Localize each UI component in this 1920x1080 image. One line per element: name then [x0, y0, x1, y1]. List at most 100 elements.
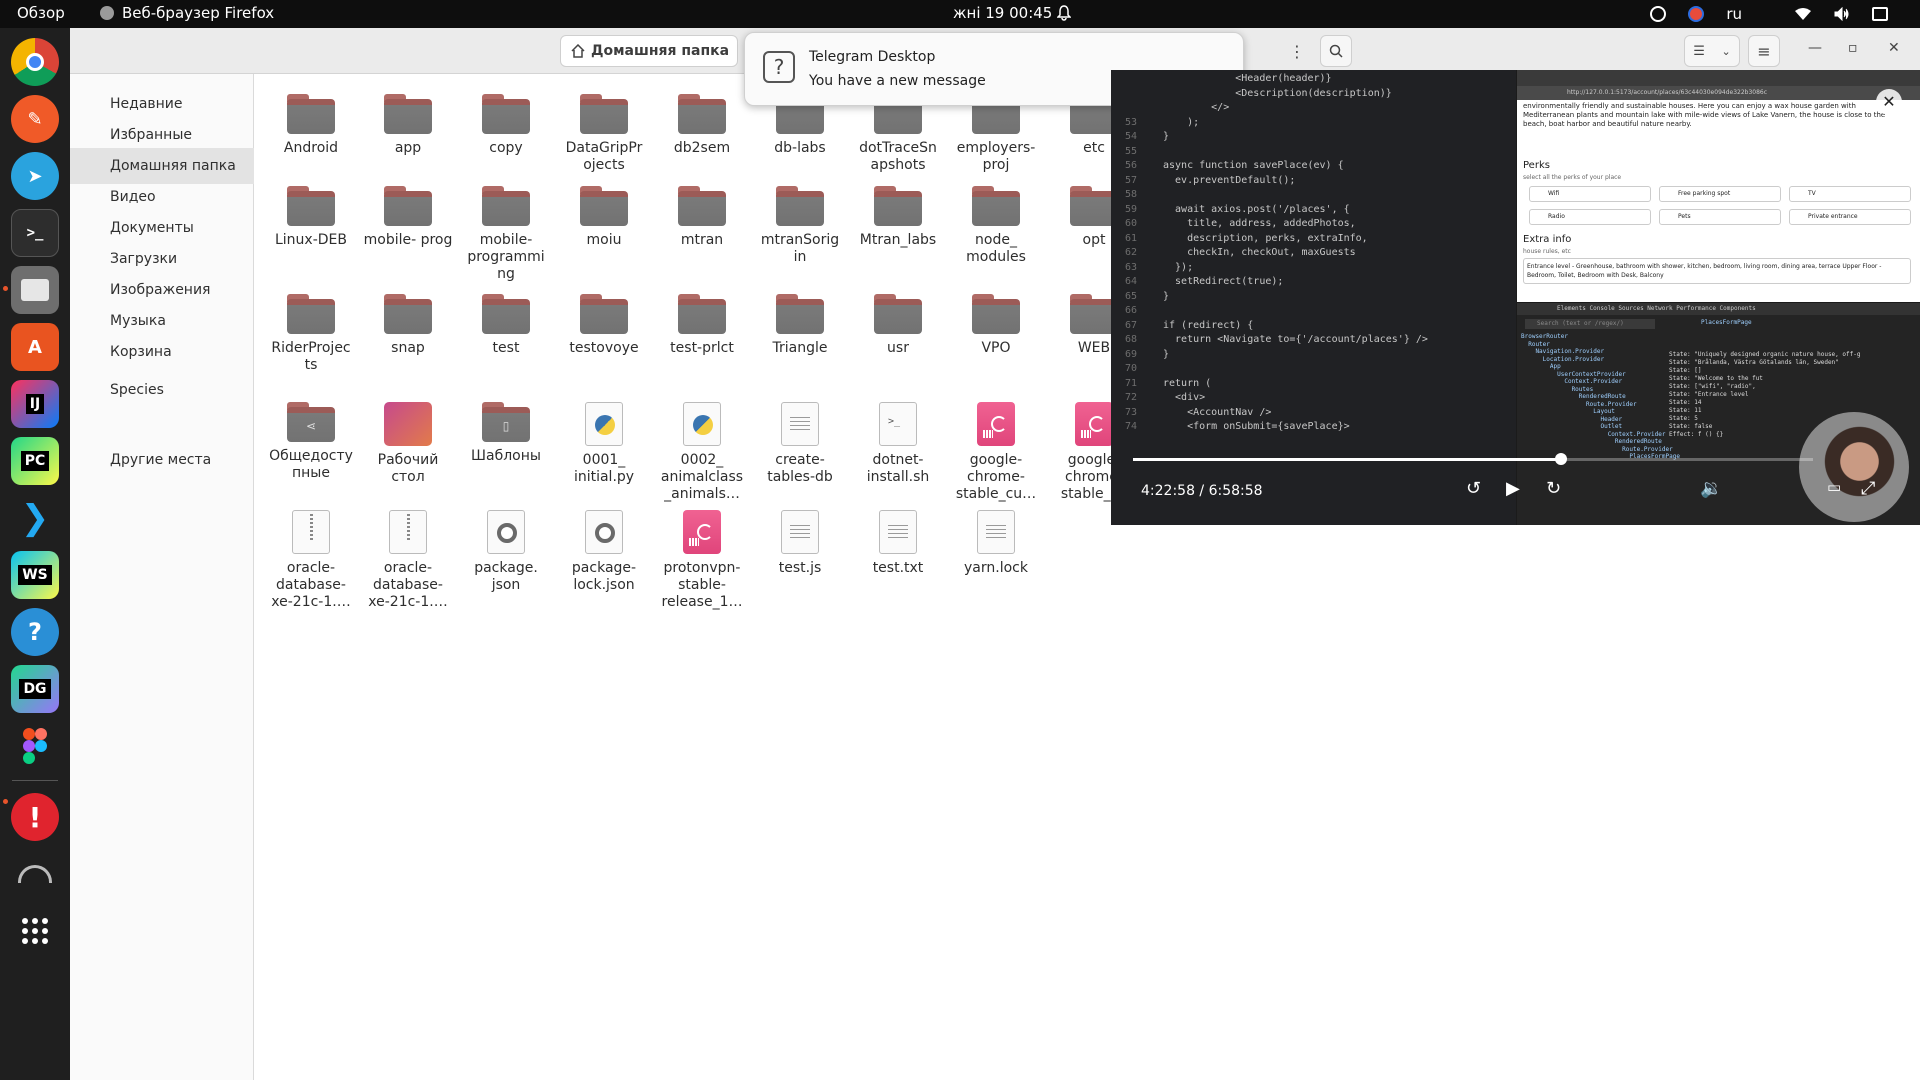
file-item[interactable]: test.js [754, 510, 846, 577]
video-pip[interactable]: <Header(header)} <Description(descriptio… [1111, 70, 1920, 525]
folder-item[interactable]: app [362, 94, 454, 157]
folder-item[interactable]: VPO [950, 294, 1042, 357]
folder-item[interactable]: copy [460, 94, 552, 157]
folder-item[interactable]: DataGripPr ojects [558, 94, 650, 174]
keyboard-layout[interactable]: ru [1726, 5, 1742, 23]
volume-icon[interactable] [1834, 7, 1850, 21]
sidebar-item[interactable]: Другие места [70, 442, 254, 478]
app-menu[interactable]: Веб-браузер Firefox [100, 4, 274, 22]
chrome-icon[interactable] [11, 38, 59, 86]
maximize-icon[interactable]: ▫ [1848, 40, 1858, 56]
folder-item[interactable]: test-prlct [656, 294, 748, 357]
file-item[interactable]: >_ dotnet- install.sh [852, 402, 944, 486]
folder-item[interactable]: test [460, 294, 552, 357]
pencil-app-icon[interactable]: ✎ [11, 95, 59, 143]
error-report-icon[interactable]: ! [11, 793, 59, 841]
file-item[interactable]: oracle- database- xe-21c-1.… [362, 510, 454, 611]
menu-icon[interactable]: ≡ [1748, 35, 1780, 67]
telegram-icon[interactable]: ➤ [11, 152, 59, 200]
file-item[interactable]: yarn.lock [950, 510, 1042, 577]
pycharm-icon[interactable]: PC [11, 437, 59, 485]
fullscreen-icon[interactable]: ⤢ [1861, 478, 1875, 499]
folder-item[interactable]: moiu [558, 186, 650, 249]
file-item[interactable]: create- tables-db [754, 402, 846, 486]
dock-separator [12, 780, 58, 781]
folder-icon [972, 186, 1020, 226]
folder-item[interactable]: Mtran_labs [852, 186, 944, 249]
file-item[interactable]: oracle- database- xe-21c-1.… [265, 510, 357, 611]
item-label: Mtran_labs [859, 232, 937, 248]
figma-icon[interactable] [11, 722, 59, 770]
file-item[interactable]: 0001_ initial.py [558, 402, 650, 486]
activities-button[interactable]: Обзор [17, 4, 65, 22]
folder-item[interactable]: usr [852, 294, 944, 357]
hook-state: State: [] [1669, 367, 1702, 374]
file-item[interactable]: test.txt [852, 510, 944, 577]
app-center-icon[interactable]: A [11, 323, 59, 371]
webstorm-icon[interactable]: WS [11, 551, 59, 599]
folder-item[interactable]: Android [265, 94, 357, 157]
code-line: setRedirect(true); [1163, 276, 1284, 287]
terminal-icon[interactable]: >_ [11, 209, 59, 257]
wifi-icon[interactable] [1794, 7, 1812, 21]
file-item[interactable]: google- chrome- stable_cu… [950, 402, 1042, 503]
item-label: 0002_ animalclass _animals… [660, 452, 744, 502]
file-item[interactable]: package- lock.json [558, 510, 650, 594]
folder-item[interactable]: db2sem [656, 94, 748, 157]
folder-item[interactable]: Triangle [754, 294, 846, 357]
files-icon[interactable] [11, 266, 59, 314]
file-item[interactable]: 0002_ animalclass _animals… [656, 402, 748, 503]
battery-icon[interactable] [1872, 7, 1888, 21]
arc-app-icon[interactable] [11, 850, 59, 898]
sidebar-item[interactable]: Species [70, 372, 254, 408]
folder-item[interactable]: snap [362, 294, 454, 357]
search-icon[interactable] [1320, 35, 1352, 67]
clock[interactable]: жні 19 00:45 [953, 4, 1052, 22]
code-line: <Description(description)} [1163, 87, 1392, 99]
chevron-down-icon[interactable]: ⌄ [1722, 45, 1731, 58]
rewind-icon[interactable]: ↺ [1466, 478, 1481, 499]
path-bar[interactable]: Домашняя папка [560, 35, 738, 67]
folder-item[interactable]: ⋖ Общедосту пные [265, 402, 357, 482]
folder-item[interactable]: employers- proj [950, 94, 1042, 174]
file-item[interactable]: protonvpn- stable- release_1… [656, 510, 748, 611]
close-icon[interactable]: ✕ [1888, 40, 1900, 56]
datagrip-icon[interactable]: DG [11, 665, 59, 713]
volume-icon[interactable]: 🔉 [1700, 478, 1722, 499]
more-menu-icon[interactable]: ⋮ [1284, 35, 1310, 67]
sidebar-item[interactable]: Корзина [70, 334, 254, 370]
folder-item[interactable]: mobile- programmi ng [460, 186, 552, 283]
code-line: </> [1163, 102, 1230, 113]
bell-icon[interactable] [1057, 5, 1071, 21]
file-item[interactable]: package. json [460, 510, 552, 594]
forward-icon[interactable]: ↻ [1546, 478, 1561, 499]
video-progress-bar[interactable] [1133, 453, 1813, 465]
tray-app-icon[interactable] [1650, 6, 1667, 22]
item-label: testovoye [569, 340, 639, 356]
folder-item[interactable]: dotTraceSn apshots [852, 94, 944, 174]
help-icon[interactable]: ? [11, 608, 59, 656]
code-line: <form onSubmit={savePlace}> [1163, 421, 1350, 432]
folder-item[interactable]: mtran [656, 186, 748, 249]
minimize-icon[interactable]: — [1808, 40, 1822, 56]
play-icon[interactable]: ▶ [1506, 478, 1520, 499]
close-pip-icon[interactable]: ✕ [1876, 89, 1902, 115]
vscode-icon[interactable]: ❯ [11, 494, 59, 542]
folder-item[interactable]: Linux-DEB [265, 186, 357, 249]
code-line-number: 72 [1125, 392, 1138, 403]
chrome-tray-icon[interactable] [1688, 6, 1705, 22]
show-apps-icon[interactable] [11, 907, 59, 955]
captions-icon[interactable]: ▭ [1827, 478, 1841, 496]
file-item[interactable]: Рабочий стол [362, 402, 454, 486]
folder-item[interactable]: node_ modules [950, 186, 1042, 266]
list-view-icon[interactable]: ☰ [1693, 44, 1705, 59]
system-tray[interactable]: ru [1650, 0, 1920, 28]
code-line-number: 65 [1125, 290, 1138, 302]
intellij-icon[interactable]: IJ [11, 380, 59, 428]
view-toggle[interactable]: ☰ ⌄ [1684, 35, 1740, 67]
folder-item[interactable]: ▯ Шаблоны [460, 402, 552, 465]
folder-item[interactable]: RiderProjec ts [265, 294, 357, 374]
folder-item[interactable]: mobile- prog [362, 186, 454, 249]
folder-item[interactable]: mtranSorig in [754, 186, 846, 266]
folder-item[interactable]: testovoye [558, 294, 650, 357]
